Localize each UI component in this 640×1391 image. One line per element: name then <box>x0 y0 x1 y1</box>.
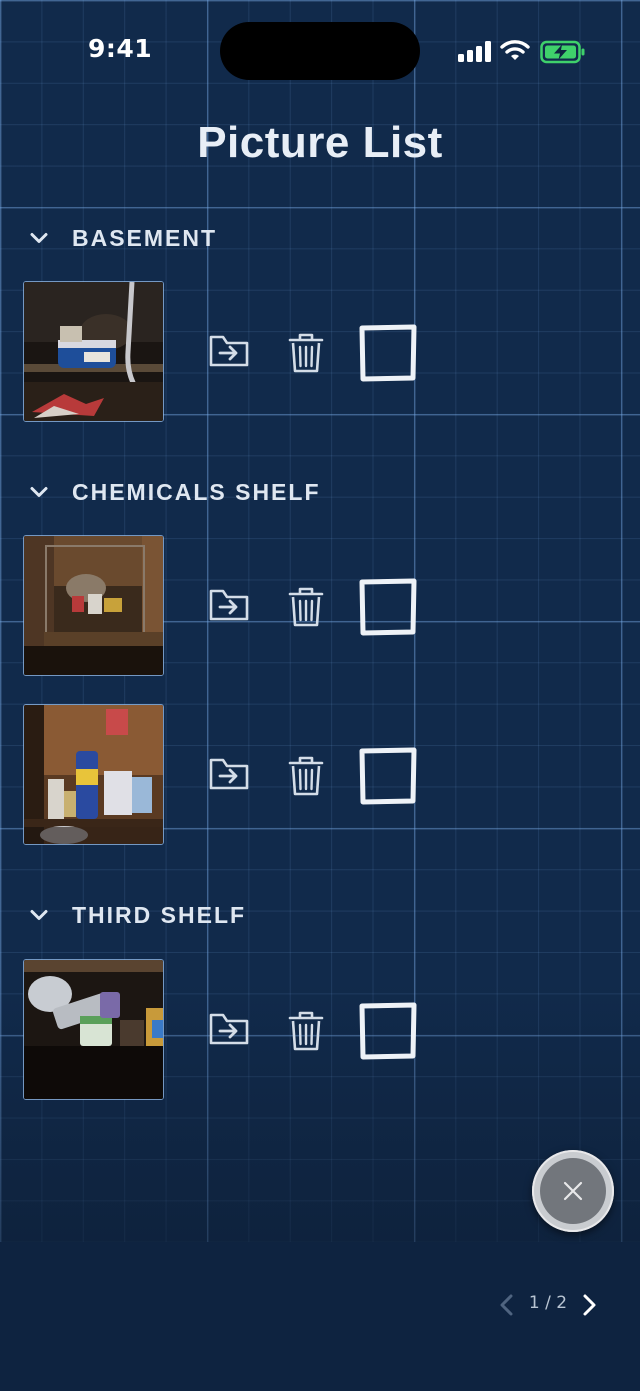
bottom-toolbar <box>0 1242 640 1391</box>
checkbox-icon[interactable] <box>356 746 420 806</box>
close-icon <box>563 1181 583 1201</box>
folder-move-icon[interactable] <box>208 587 250 623</box>
page-indicator: 1 / 2 <box>528 1293 568 1313</box>
section-label: CHEMICALS SHELF <box>72 478 321 505</box>
close-button[interactable] <box>532 1150 614 1232</box>
section-header-chemicals-shelf[interactable]: CHEMICALS SHELF <box>28 475 321 509</box>
photo-thumbnail[interactable] <box>23 704 164 845</box>
close-button-face <box>540 1158 606 1224</box>
checkbox-icon[interactable] <box>356 1001 420 1061</box>
photo-thumbnail[interactable] <box>23 281 164 422</box>
trash-icon[interactable] <box>287 1009 325 1053</box>
wifi-icon <box>500 40 530 60</box>
photo-row <box>0 959 640 1102</box>
status-time: 9:41 <box>88 34 153 63</box>
chevron-left-icon[interactable] <box>496 1292 518 1318</box>
cellular-signal-icon <box>458 40 492 62</box>
folder-move-icon[interactable] <box>208 756 250 792</box>
battery-charging-icon <box>540 40 585 64</box>
checkbox-icon[interactable] <box>356 577 420 637</box>
trash-icon[interactable] <box>287 331 325 375</box>
trash-icon[interactable] <box>287 585 325 629</box>
section-label: BASEMENT <box>72 224 218 251</box>
chevron-down-icon <box>30 487 48 497</box>
chevron-down-icon <box>30 233 48 243</box>
photo-row <box>0 704 640 847</box>
trash-icon[interactable] <box>287 754 325 798</box>
checkbox-icon[interactable] <box>356 323 420 383</box>
photo-thumbnail[interactable] <box>23 535 164 676</box>
section-header-basement[interactable]: BASEMENT <box>28 221 217 255</box>
chevron-down-icon <box>30 910 48 920</box>
page-title: Picture List <box>197 118 443 167</box>
folder-move-icon[interactable] <box>208 1011 250 1047</box>
section-header-third-shelf[interactable]: THIRD SHELF <box>28 898 246 932</box>
folder-move-icon[interactable] <box>208 333 250 369</box>
photo-thumbnail[interactable] <box>23 959 164 1100</box>
photo-row <box>0 535 640 678</box>
dynamic-island <box>220 22 420 80</box>
section-label: THIRD SHELF <box>72 901 247 928</box>
photo-row <box>0 281 640 424</box>
chevron-right-icon[interactable] <box>578 1292 600 1318</box>
